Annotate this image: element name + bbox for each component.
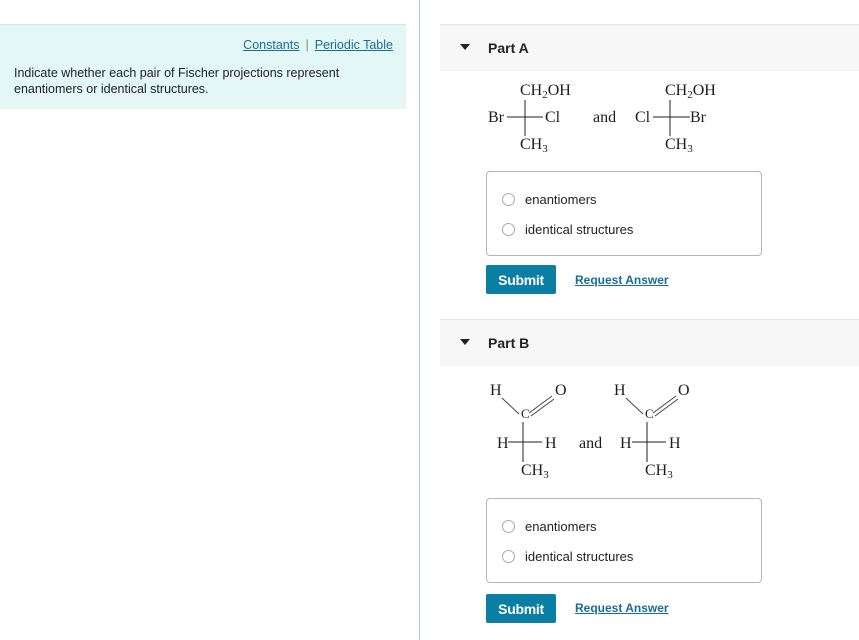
fischer-cross-lines [507,100,543,136]
option-label: identical structures [525,221,634,237]
fischer-cross-lines [653,100,690,136]
option-enantiomers[interactable]: enantiomers [502,517,597,535]
option-label: identical structures [525,548,634,564]
part-a-header[interactable]: Part A [440,24,859,71]
part-a-title: Part A [488,40,529,56]
periodic-table-link[interactable]: Periodic Table [315,38,393,52]
part-b-request-answer-link[interactable]: Request Answer [575,601,669,615]
option-identical-structures[interactable]: identical structures [502,547,633,565]
part-b-header[interactable]: Part B [440,319,859,366]
info-panel: Constants | Periodic Table Indicate whethe… [0,24,406,109]
fischer-bond-lines [625,395,679,462]
constants-link[interactable]: Constants [243,38,299,52]
option-label: enantiomers [525,191,597,207]
part-b-options: enantiomers identical structures [486,498,762,583]
chem-bottom: CH3 [665,136,693,155]
instructions-text: Indicate whether each pair of Fischer pr… [14,66,340,96]
part-a-request-answer-link[interactable]: Request Answer [575,273,669,287]
part-b-submit-button[interactable]: Submit [486,594,556,623]
option-enantiomers[interactable]: enantiomers [502,190,597,208]
part-b-title: Part B [488,335,530,351]
part-a-submit-button[interactable]: Submit [486,265,556,294]
link-separator: | [305,38,309,52]
fischer-bond-lines [501,395,555,462]
option-identical-structures[interactable]: identical structures [502,220,633,238]
part-a-connector: and [593,109,617,126]
collapse-triangle-icon[interactable] [460,44,470,50]
part-b-connector: and [579,435,603,452]
radio-button[interactable] [502,192,515,206]
collapse-triangle-icon[interactable] [460,339,470,345]
radio-button[interactable] [502,222,515,236]
chem-bottom: CH3 [520,136,548,155]
part-a-options: enantiomers identical structures [486,171,762,256]
panel-divider [419,0,420,640]
radio-button[interactable] [502,549,515,563]
option-label: enantiomers [525,518,597,534]
radio-button[interactable] [502,519,515,533]
header-links: Constants | Periodic Table [243,38,393,52]
